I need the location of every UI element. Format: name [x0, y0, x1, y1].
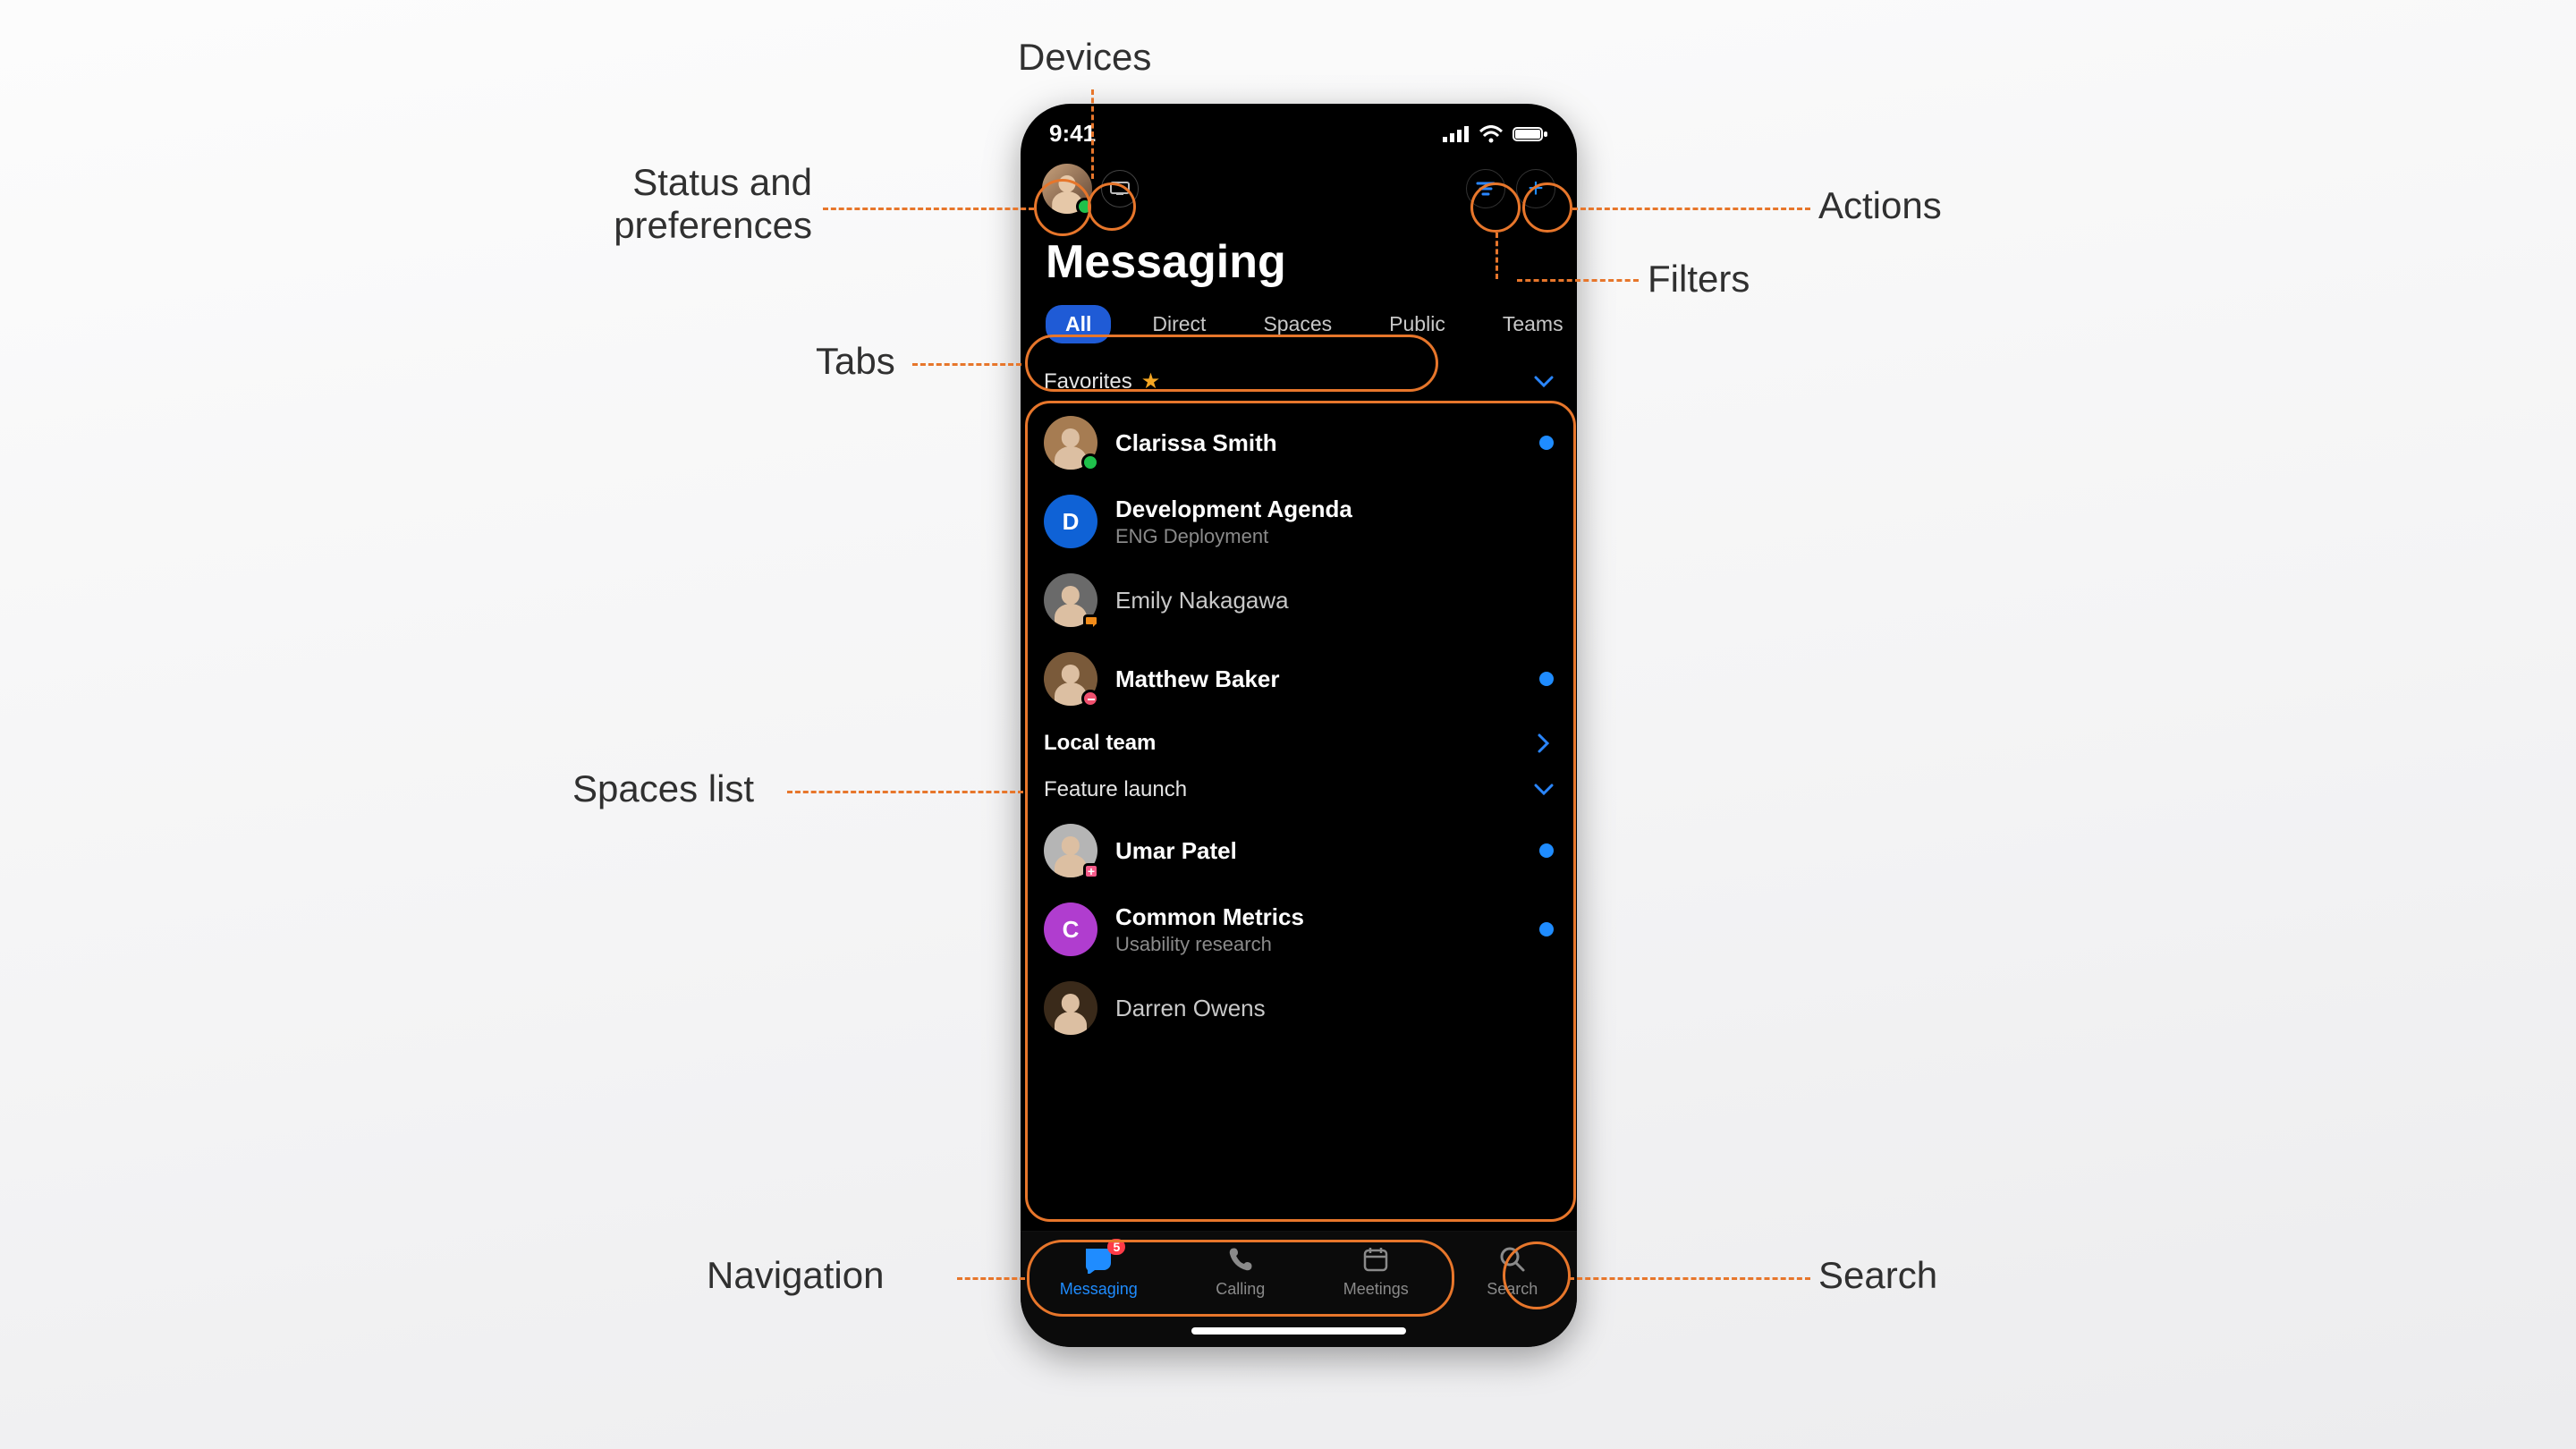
annotation-tabs: Tabs	[816, 340, 895, 383]
avatar	[1044, 981, 1097, 1035]
chevron-down-icon	[1534, 376, 1554, 388]
chevron-right-icon	[1538, 733, 1550, 753]
page-title: Messaging	[1042, 235, 1555, 289]
unread-dot-icon	[1539, 843, 1554, 858]
tab-teams[interactable]: Teams	[1487, 307, 1577, 342]
section-label: Favorites	[1044, 369, 1132, 394]
item-name: Emily Nakagawa	[1115, 587, 1521, 614]
nav-meetings[interactable]: Meetings	[1343, 1244, 1409, 1299]
avatar	[1044, 416, 1097, 470]
item-name: Common Metrics	[1115, 903, 1521, 931]
unread-dot-icon	[1539, 672, 1554, 686]
item-name: Development Agenda	[1115, 496, 1521, 523]
annotation-line	[957, 1277, 1025, 1280]
annotation-line	[823, 208, 1034, 210]
spaces-list[interactable]: Favorites ★ Clarissa Smith D Development…	[1021, 356, 1577, 1047]
section-feature-launch[interactable]: Feature launch	[1037, 765, 1561, 811]
presence-available-icon	[1076, 198, 1094, 216]
list-item[interactable]: D Development Agenda ENG Deployment	[1037, 482, 1561, 561]
item-name: Umar Patel	[1115, 837, 1521, 865]
unread-dot-icon	[1539, 436, 1554, 450]
annotation-line	[1517, 279, 1639, 282]
list-item[interactable]: Darren Owens	[1037, 969, 1561, 1047]
avatar	[1044, 824, 1097, 877]
unread-dot-icon	[1539, 922, 1554, 936]
tab-direct[interactable]: Direct	[1136, 307, 1222, 342]
tab-all[interactable]: All	[1046, 305, 1111, 343]
presence-available-icon	[1081, 453, 1099, 471]
devices-icon	[1110, 182, 1130, 196]
tabs: All Direct Spaces Public Teams	[1042, 289, 1555, 356]
section-local-team[interactable]: Local team	[1037, 718, 1561, 765]
list-item[interactable]: Emily Nakagawa	[1037, 561, 1561, 640]
annotation-line	[1572, 208, 1810, 210]
tab-public[interactable]: Public	[1373, 307, 1462, 342]
item-name: Matthew Baker	[1115, 665, 1521, 693]
phone-icon	[1227, 1246, 1254, 1273]
plus-icon: +	[1528, 175, 1544, 202]
annotation-line	[1496, 233, 1498, 279]
annotation-line	[912, 363, 1021, 366]
phone-mock: 9:41 +	[1021, 104, 1577, 1347]
home-indicator	[1191, 1327, 1406, 1335]
add-button[interactable]: +	[1516, 169, 1555, 208]
list-item[interactable]: Matthew Baker	[1037, 640, 1561, 718]
calendar-icon	[1362, 1246, 1389, 1273]
list-item[interactable]: Clarissa Smith	[1037, 403, 1561, 482]
nav-label: Meetings	[1343, 1280, 1409, 1299]
avatar	[1044, 652, 1097, 706]
status-bar: 9:41	[1021, 104, 1577, 151]
presence-busy-icon	[1083, 863, 1099, 879]
list-item[interactable]: C Common Metrics Usability research	[1037, 890, 1561, 969]
list-item[interactable]: Umar Patel	[1037, 811, 1561, 890]
star-icon: ★	[1141, 369, 1161, 394]
presence-dnd-icon	[1081, 690, 1099, 708]
item-subtitle: ENG Deployment	[1115, 525, 1521, 548]
devices-button[interactable]	[1101, 170, 1139, 208]
status-time: 9:41	[1049, 120, 1096, 148]
section-favorites[interactable]: Favorites ★	[1037, 356, 1561, 403]
chevron-down-icon	[1534, 784, 1554, 796]
bottom-nav: 5 Messaging Calling Meetings Search	[1021, 1231, 1577, 1347]
annotation-line	[1091, 89, 1094, 179]
avatar: C	[1044, 902, 1097, 956]
item-name: Clarissa Smith	[1115, 429, 1521, 457]
annotation-navigation: Navigation	[707, 1254, 884, 1297]
section-label: Feature launch	[1044, 777, 1187, 802]
nav-label: Calling	[1216, 1280, 1265, 1299]
filter-icon	[1475, 180, 1496, 198]
tab-spaces[interactable]: Spaces	[1247, 307, 1348, 342]
nav-label: Messaging	[1060, 1280, 1138, 1299]
annotation-line	[1569, 1277, 1810, 1280]
annotation-filters: Filters	[1648, 258, 1750, 301]
wifi-icon	[1479, 125, 1504, 143]
item-name: Darren Owens	[1115, 995, 1521, 1022]
filters-button[interactable]	[1466, 169, 1505, 208]
avatar: D	[1044, 495, 1097, 548]
battery-icon	[1513, 125, 1548, 143]
annotation-search: Search	[1818, 1254, 1937, 1297]
header: + Messaging All Direct Spaces Public Tea…	[1021, 151, 1577, 356]
annotation-devices: Devices	[1018, 36, 1151, 79]
avatar-self[interactable]	[1042, 164, 1092, 214]
nav-messaging[interactable]: 5 Messaging	[1060, 1244, 1138, 1299]
annotation-actions: Actions	[1818, 184, 1942, 227]
annotation-status-prefs: Status and preferences	[544, 161, 812, 247]
annotation-spaces: Spaces list	[572, 767, 754, 810]
section-label: Local team	[1044, 731, 1156, 756]
status-icons	[1443, 125, 1548, 143]
cell-signal-icon	[1443, 125, 1470, 143]
nav-search[interactable]: Search	[1487, 1244, 1538, 1299]
avatar	[1044, 573, 1097, 627]
search-icon	[1499, 1246, 1526, 1273]
item-subtitle: Usability research	[1115, 933, 1521, 956]
nav-badge: 5	[1107, 1239, 1125, 1255]
nav-calling[interactable]: Calling	[1216, 1244, 1265, 1299]
presence-in-meeting-icon	[1083, 614, 1099, 627]
annotation-line	[787, 791, 1023, 793]
nav-label: Search	[1487, 1280, 1538, 1299]
